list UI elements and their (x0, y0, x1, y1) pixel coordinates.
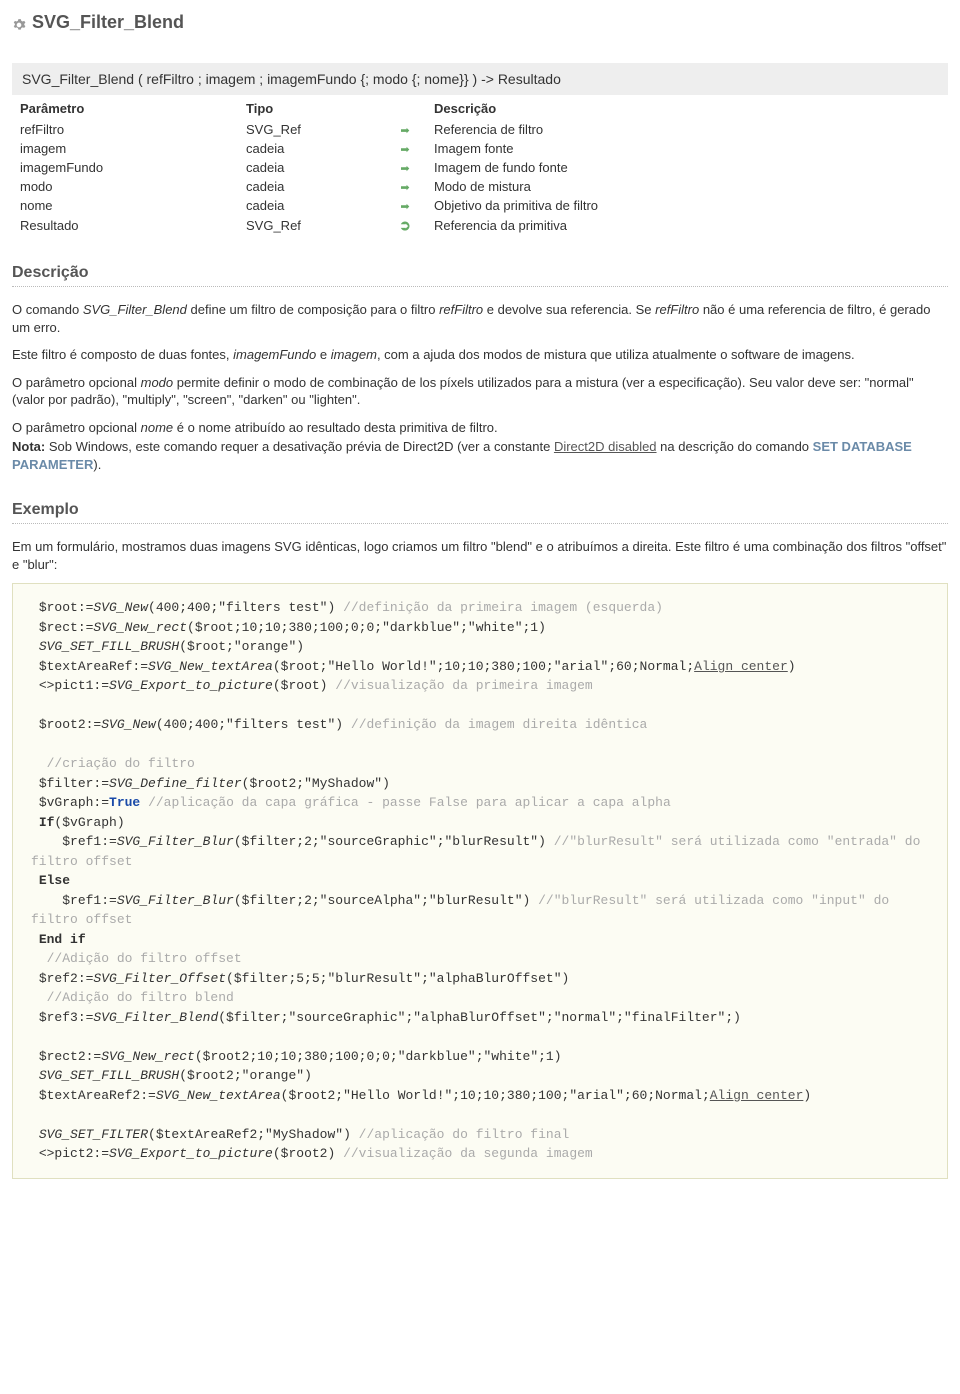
table-row: nomecadeia➡Objetivo da primitiva de filt… (12, 196, 948, 215)
table-row: refFiltroSVG_Ref➡Referencia de filtro (12, 120, 948, 139)
th-arrow (384, 97, 426, 120)
table-row: ResultadoSVG_Ref➲Referencia da primitiva (12, 215, 948, 236)
direct2d-link[interactable]: Direct2D disabled (554, 439, 657, 454)
table-row: imagemFundocadeia➡Imagem de fundo fonte (12, 158, 948, 177)
arrow-in-icon: ➡ (400, 201, 409, 213)
arrow-out-icon: ➲ (399, 217, 411, 233)
page-title: SVG_Filter_Blend (12, 12, 948, 33)
th-type: Tipo (238, 97, 384, 120)
desc-p2: Este filtro é composto de duas fontes, i… (12, 346, 948, 364)
section-desc: Descrição (12, 264, 948, 287)
th-desc: Descrição (426, 97, 948, 120)
title-text: SVG_Filter_Blend (32, 12, 184, 33)
example-intro: Em um formulário, mostramos duas imagens… (12, 538, 948, 573)
signature: SVG_Filter_Blend ( refFiltro ; imagem ; … (12, 63, 948, 95)
gear-icon (12, 16, 26, 30)
table-row: imagemcadeia➡Imagem fonte (12, 139, 948, 158)
desc-p3: O parâmetro opcional modo permite defini… (12, 374, 948, 409)
arrow-in-icon: ➡ (400, 125, 409, 137)
align-center-link-2[interactable]: Align center (710, 1088, 804, 1103)
param-table: Parâmetro Tipo Descrição refFiltroSVG_Re… (12, 97, 948, 236)
table-row: modocadeia➡Modo de mistura (12, 177, 948, 196)
section-ex: Exemplo (12, 501, 948, 524)
arrow-in-icon: ➡ (400, 144, 409, 156)
th-param: Parâmetro (12, 97, 238, 120)
align-center-link-1[interactable]: Align center (694, 659, 788, 674)
code-block: $root:=SVG_New(400;400;"filters test") /… (12, 583, 948, 1179)
desc-p1: O comando SVG_Filter_Blend define um fil… (12, 301, 948, 336)
arrow-in-icon: ➡ (400, 182, 409, 194)
arrow-in-icon: ➡ (400, 163, 409, 175)
desc-p4: O parâmetro opcional nome é o nome atrib… (12, 419, 948, 437)
desc-p5: Nota: Sob Windows, este comando requer a… (12, 438, 948, 473)
